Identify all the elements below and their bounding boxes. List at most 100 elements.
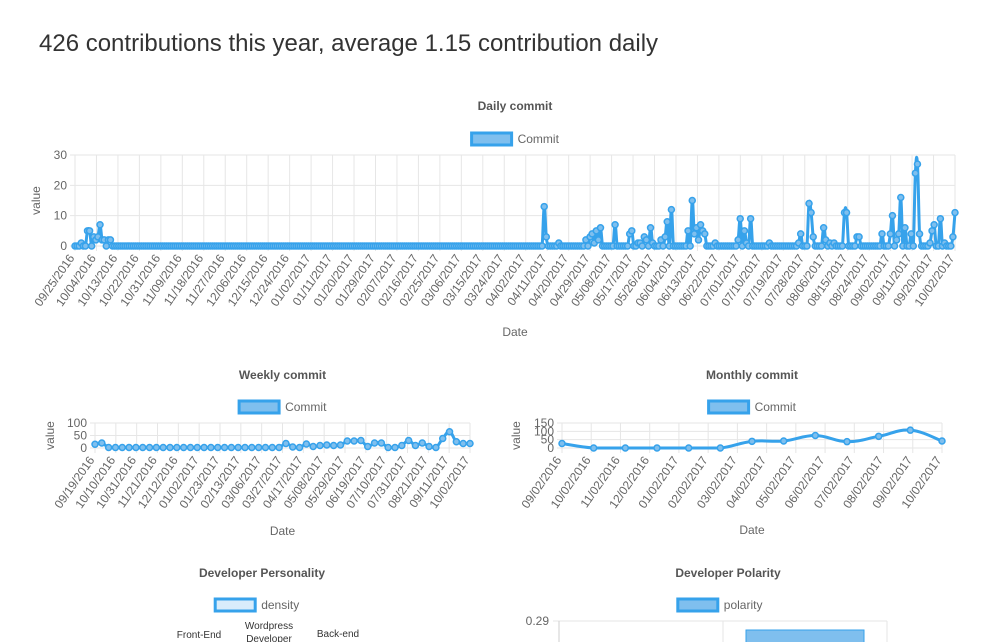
- legend-label: density: [261, 598, 299, 612]
- data-point: [947, 242, 955, 250]
- data-point: [842, 208, 851, 217]
- data-point: [855, 233, 863, 241]
- data-point: [452, 438, 461, 446]
- y-tick-label: 100: [67, 416, 87, 430]
- developer-polarity-svg: Developer Polarity polarity 0.29: [526, 566, 888, 642]
- radar-axis-label: Front-End: [177, 630, 221, 641]
- chart-title: Daily commit: [478, 99, 553, 113]
- data-point: [642, 236, 651, 244]
- data-point: [104, 443, 113, 452]
- legend-swatch: [237, 399, 281, 415]
- data-point: [909, 242, 918, 250]
- data-point: [878, 230, 886, 238]
- daily-commit-svg: Daily commitCommit010203009/25/201610/04…: [29, 99, 959, 339]
- data-point: [886, 230, 895, 238]
- data-point: [684, 444, 693, 452]
- series-line: [75, 155, 957, 248]
- data-point: [803, 242, 811, 250]
- data-point: [779, 437, 788, 445]
- developer-polarity-chart: Developer Polarity polarity 0.29: [505, 560, 965, 642]
- y-tick-label: 0.29: [526, 614, 550, 628]
- data-point: [696, 221, 705, 229]
- data-point: [892, 236, 901, 244]
- data-point: [261, 443, 270, 452]
- data-point: [894, 230, 903, 238]
- chart-title: Monthly commit: [706, 368, 798, 382]
- data-point: [817, 242, 826, 250]
- legend-label: Commit: [755, 400, 797, 414]
- data-point: [145, 443, 154, 452]
- data-point: [796, 230, 805, 238]
- data-point: [874, 432, 883, 441]
- data-point: [377, 439, 386, 447]
- monthly-commit-svg: Monthly commitCommit05010015009/02/20161…: [509, 368, 946, 537]
- monthly-commit-chart: Monthly commit Commit 0 50 100 150 09/02/2016 1…: [505, 362, 965, 542]
- x-axis-title: Date: [502, 325, 528, 339]
- data-point: [418, 439, 427, 447]
- data-point: [343, 437, 352, 445]
- y-axis-title: value: [43, 421, 57, 450]
- legend-swatch: [707, 399, 751, 415]
- x-axis-title: Date: [739, 523, 765, 537]
- data-point: [628, 227, 636, 235]
- data-point: [732, 242, 740, 250]
- data-point: [466, 439, 474, 448]
- data-point: [248, 443, 256, 452]
- data-point: [96, 221, 104, 229]
- legend-swatch: [213, 597, 257, 613]
- data-point: [200, 443, 208, 452]
- data-point: [282, 439, 290, 448]
- data-point: [915, 230, 924, 238]
- data-point: [746, 214, 755, 223]
- data-point: [138, 443, 147, 452]
- data-point: [690, 230, 699, 238]
- data-point: [740, 227, 749, 235]
- data-point: [91, 440, 99, 448]
- data-point: [926, 239, 934, 247]
- y-tick-label: 0: [80, 441, 87, 455]
- y-tick-label: 20: [54, 178, 68, 192]
- data-point: [302, 440, 311, 448]
- y-tick-label: 10: [54, 209, 68, 223]
- data-point: [425, 442, 433, 451]
- data-point: [653, 444, 661, 452]
- chart-title: Developer Polarity: [675, 566, 781, 580]
- data-point: [843, 437, 851, 446]
- data-point: [132, 443, 140, 452]
- data-point: [901, 224, 909, 232]
- data-point: [186, 443, 195, 452]
- data-point: [930, 221, 938, 229]
- data-point: [411, 441, 420, 450]
- data-point: [254, 443, 263, 452]
- data-point: [913, 160, 922, 168]
- data-point: [949, 233, 957, 241]
- developer-personality-svg: Developer Personality density Front-End Wor…: [177, 566, 359, 642]
- data-point: [646, 224, 655, 232]
- data-point: [663, 217, 671, 226]
- data-point: [357, 436, 365, 445]
- legend-swatch: [676, 597, 720, 613]
- data-point: [98, 439, 106, 447]
- data-point: [807, 208, 815, 217]
- x-axis-title: Date: [270, 524, 296, 538]
- data-point: [928, 227, 936, 235]
- data-point: [398, 441, 406, 450]
- y-tick-label: 150: [534, 416, 554, 430]
- data-point: [391, 443, 399, 452]
- data-point: [594, 236, 603, 244]
- daily-commit-chart: Daily commit Commit 0 10 20 30 09/25/2016 10/04…: [29, 95, 970, 345]
- chart-title: Developer Personality: [199, 566, 325, 580]
- data-point: [118, 443, 127, 452]
- data-point: [589, 444, 598, 452]
- data-point: [336, 441, 345, 449]
- data-point: [734, 236, 742, 244]
- data-point: [667, 205, 676, 214]
- radar-axis-label: Back-end: [317, 629, 359, 640]
- data-point: [432, 443, 440, 452]
- data-point: [445, 428, 454, 436]
- data-point: [166, 443, 174, 452]
- data-point: [938, 437, 946, 445]
- data-point: [584, 242, 592, 250]
- data-point: [316, 441, 324, 450]
- radar-axis-label-line: Wordpress: [245, 621, 293, 632]
